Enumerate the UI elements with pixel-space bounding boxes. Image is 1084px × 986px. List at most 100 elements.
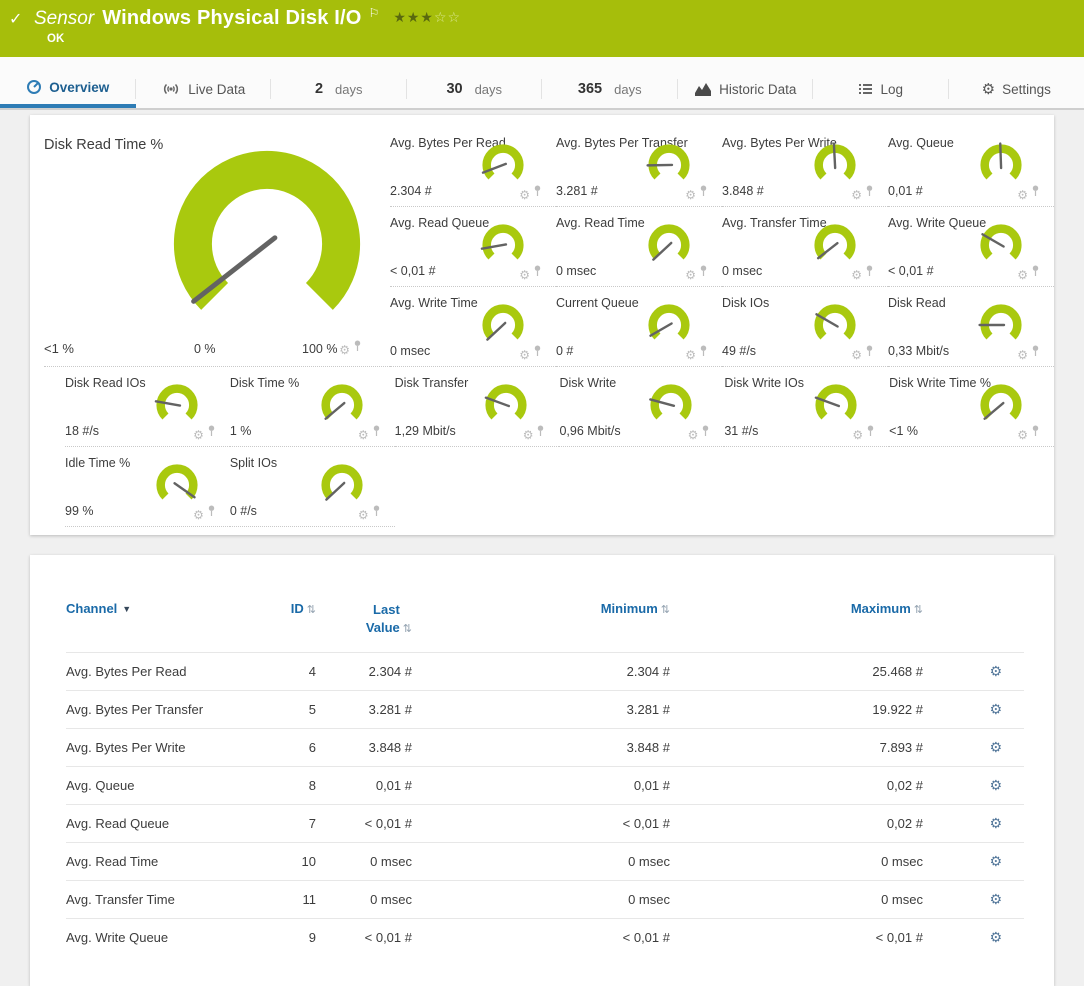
gauge-settings-icon[interactable]: ⚙ [193,429,204,441]
channel-settings-icon[interactable]: ⚙ [989,777,1002,793]
gauge-pin-icon[interactable] [1031,345,1040,361]
channel-row[interactable]: Avg. Bytes Per Write 6 3.848 # 3.848 # 7… [66,729,1024,767]
gauge-pin-icon[interactable] [372,505,381,521]
gauge-settings-icon[interactable]: ⚙ [358,429,369,441]
gauge-dial [646,222,692,268]
channel-settings-icon[interactable]: ⚙ [989,663,1002,679]
gauge-pin-icon[interactable] [533,265,542,281]
gauge-cell: Avg. Bytes Per Write 3.848 # ⚙ [722,127,888,207]
gauge-settings-icon[interactable]: ⚙ [688,429,699,441]
channel-settings-icon[interactable]: ⚙ [989,701,1002,717]
channel-row[interactable]: Avg. Transfer Time 11 0 msec 0 msec 0 ms… [66,881,1024,919]
gauge-pin-icon[interactable] [372,425,381,441]
rating-stars[interactable]: ★★★☆☆ [393,9,461,26]
gauge-pin-icon[interactable] [353,340,362,356]
gauge-value: 0 #/s [230,504,257,518]
gauge-pin-icon[interactable] [533,185,542,201]
gauge-pin-icon[interactable] [533,345,542,361]
gauge-pin-icon[interactable] [699,345,708,361]
channel-row[interactable]: Avg. Read Queue 7 < 0,01 # < 0,01 # 0,02… [66,805,1024,843]
column-header-last-value[interactable]: Last Value⇅ [316,597,412,653]
gauge-pin-icon[interactable] [699,185,708,201]
gauge-pin-icon[interactable] [1031,425,1040,441]
gauge-cell: Avg. Read Time 0 msec ⚙ [556,207,722,287]
tab-2-days[interactable]: 2days [271,70,407,108]
channel-settings-icon[interactable]: ⚙ [989,739,1002,755]
gauge-value: 2.304 # [390,184,432,198]
flag-icon[interactable]: ⚐ [369,6,380,20]
channel-settings-icon[interactable]: ⚙ [989,815,1002,831]
tab-log[interactable]: Log [813,70,949,108]
column-header-maximum[interactable]: Maximum⇅ [670,597,923,653]
gauge-title: Disk Write IOs [724,367,883,390]
tab-365-days[interactable]: 365days [542,70,678,108]
gauge-settings-icon[interactable]: ⚙ [193,509,204,521]
gauge-cell: Idle Time % 99 % ⚙ [65,447,230,527]
channel-settings-icon[interactable]: ⚙ [989,853,1002,869]
channel-minimum: < 0,01 # [412,919,670,957]
gauge-cell: Avg. Queue 0,01 # ⚙ [888,127,1054,207]
column-header-minimum[interactable]: Minimum⇅ [412,597,670,653]
channel-name: Avg. Read Queue [66,805,256,843]
gauge-pin-icon[interactable] [1031,185,1040,201]
channel-row[interactable]: Avg. Bytes Per Transfer 5 3.281 # 3.281 … [66,691,1024,729]
gauge-settings-icon[interactable]: ⚙ [1017,269,1028,281]
channel-id: 8 [256,767,316,805]
sort-icon: ⇅ [307,604,316,616]
gauge-settings-icon[interactable]: ⚙ [851,349,862,361]
channel-minimum: 3.848 # [412,729,670,767]
gauge-settings-icon[interactable]: ⚙ [685,269,696,281]
channel-minimum: 2.304 # [412,653,670,691]
channel-row[interactable]: Avg. Read Time 10 0 msec 0 msec 0 msec ⚙ [66,843,1024,881]
channel-last-value: 0 msec [316,881,412,919]
gauge-pin-icon[interactable] [207,425,216,441]
gauge-dial [319,462,365,508]
channel-settings-icon[interactable]: ⚙ [989,891,1002,907]
tab-settings[interactable]: ⚙ Settings [949,70,1084,108]
channel-row[interactable]: Avg. Write Queue 9 < 0,01 # < 0,01 # < 0… [66,919,1024,957]
gauge-value: < 0,01 # [888,264,934,278]
gauge-settings-icon[interactable]: ⚙ [523,429,534,441]
gauge-settings-icon[interactable]: ⚙ [339,344,350,356]
gauge-settings-icon[interactable]: ⚙ [685,349,696,361]
gauge-pin-icon[interactable] [865,185,874,201]
gauge-value: 0 msec [390,344,430,358]
gauge-settings-icon[interactable]: ⚙ [519,189,530,201]
channel-settings-icon[interactable]: ⚙ [989,929,1002,945]
channel-row[interactable]: Avg. Queue 8 0,01 # 0,01 # 0,02 # ⚙ [66,767,1024,805]
gauge-pin-icon[interactable] [207,505,216,521]
column-header-id[interactable]: ID⇅ [256,597,316,653]
tab-overview[interactable]: Overview [0,70,136,108]
gauge-pin-icon[interactable] [865,265,874,281]
gauge-pin-icon[interactable] [536,425,545,441]
gauge-pin-icon[interactable] [699,265,708,281]
sensor-header: ✓ Sensor Windows Physical Disk I/O ⚐ ★★★… [0,0,1084,57]
gauge-settings-icon[interactable]: ⚙ [1017,349,1028,361]
gauge-dial [648,382,694,428]
gauge-pin-icon[interactable] [866,425,875,441]
channel-minimum: 0,01 # [412,767,670,805]
gauge-settings-icon[interactable]: ⚙ [519,349,530,361]
gauge-pin-icon[interactable] [701,425,710,441]
stars-filled: ★★★ [393,9,434,25]
tab-30-days[interactable]: 30days [407,70,543,108]
gauge-settings-icon[interactable]: ⚙ [685,189,696,201]
main-gauge-scale-max: 100 % [302,342,337,356]
gauge-settings-icon[interactable]: ⚙ [519,269,530,281]
channel-name: Avg. Write Queue [66,919,256,957]
gauge-settings-icon[interactable]: ⚙ [1017,189,1028,201]
column-header-channel[interactable]: Channel▼ [66,597,256,653]
gauge-pin-icon[interactable] [865,345,874,361]
gauge-pin-icon[interactable] [1031,265,1040,281]
gauge-cell: Disk Write IOs 31 #/s ⚙ [724,367,889,447]
channels-table: Channel▼ ID⇅ Last Value⇅ Minimum⇅ Maximu… [66,597,1024,956]
gauge-settings-icon[interactable]: ⚙ [851,189,862,201]
gauge-settings-icon[interactable]: ⚙ [851,269,862,281]
gauge-settings-icon[interactable]: ⚙ [1017,429,1028,441]
gauge-settings-icon[interactable]: ⚙ [358,509,369,521]
channel-row[interactable]: Avg. Bytes Per Read 4 2.304 # 2.304 # 25… [66,653,1024,691]
tab-live-data[interactable]: Live Data [136,70,272,108]
live-data-icon [161,81,181,97]
tab-historic-data[interactable]: Historic Data [678,70,814,108]
gauge-settings-icon[interactable]: ⚙ [852,429,863,441]
